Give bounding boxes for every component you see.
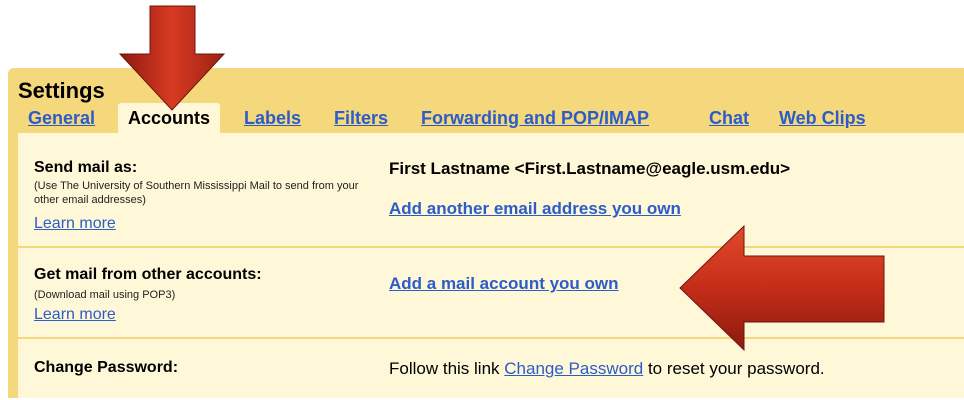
tab-web-clips[interactable]: Web Clips xyxy=(779,103,866,133)
arrow-left-icon xyxy=(679,224,885,352)
send-mail-learn-more-link[interactable]: Learn more xyxy=(34,215,116,233)
add-email-address-link[interactable]: Add another email address you own xyxy=(389,199,681,219)
change-password-link[interactable]: Change Password xyxy=(504,359,643,378)
tab-chat[interactable]: Chat xyxy=(709,103,749,133)
tab-filters[interactable]: Filters xyxy=(334,103,388,133)
arrow-down-icon xyxy=(118,5,226,111)
send-mail-note: (Use The University of Southern Mississi… xyxy=(34,180,359,206)
add-mail-account-link[interactable]: Add a mail account you own xyxy=(389,274,619,294)
change-password-text-after: to reset your password. xyxy=(647,359,825,378)
get-mail-note: (Download mail using POP3) xyxy=(34,289,176,301)
change-password-label: Change Password: xyxy=(34,359,179,376)
page-title: Settings xyxy=(18,78,105,103)
get-mail-label: Get mail from other accounts: xyxy=(34,266,262,283)
tab-general[interactable]: General xyxy=(28,103,95,133)
change-password-text-before: Follow this link xyxy=(389,359,500,378)
tab-labels[interactable]: Labels xyxy=(244,103,301,133)
send-mail-address: First Lastname <First.Lastname@eagle.usm… xyxy=(389,159,791,178)
send-mail-label: Send mail as: xyxy=(34,159,138,176)
change-password-text: Follow this link Change Password to rese… xyxy=(389,359,825,379)
get-mail-learn-more-link[interactable]: Learn more xyxy=(34,306,116,324)
tab-forwarding-pop-imap[interactable]: Forwarding and POP/IMAP xyxy=(421,103,649,133)
